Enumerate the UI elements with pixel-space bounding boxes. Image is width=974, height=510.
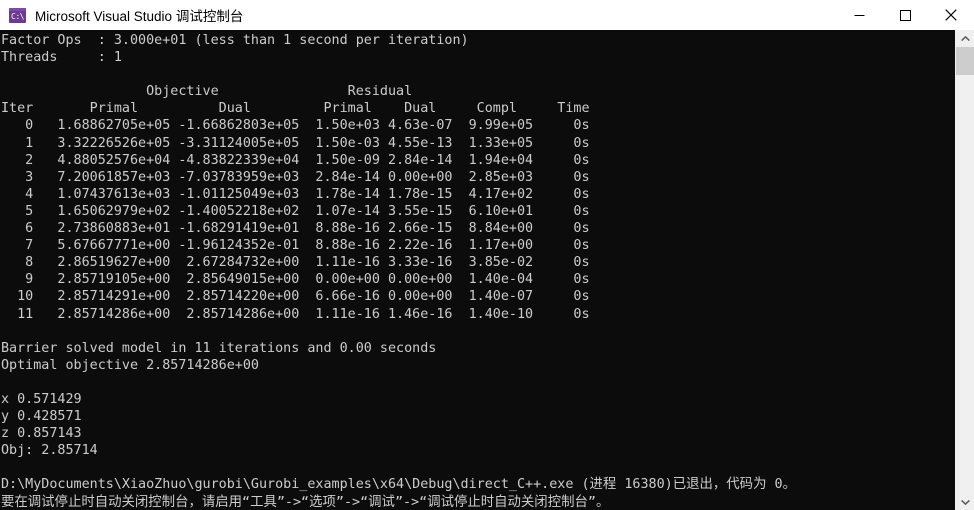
console-text-cjk: 进程 xyxy=(589,477,617,493)
console-line: 要在调试停止时自动关闭控制台，请启用“工具”->“选项”->“调试”->“调试停… xyxy=(1,494,955,510)
console-line: Threads : 1 xyxy=(1,50,122,66)
console-text-ascii: ” xyxy=(587,494,596,510)
console-line: y 0.428571 xyxy=(1,409,82,425)
console-text-ascii: ”->“ xyxy=(276,494,310,510)
console-text-cjk: 调试停止时自动关闭控制台 xyxy=(427,494,588,510)
console-line: Factor Ops : 3.000e+01 (less than 1 seco… xyxy=(1,33,469,48)
console-text-ascii: “ xyxy=(242,494,251,510)
console-text-ascii: D:\MyDocuments\XiaoZhuo\gurobi\Gurobi_ex… xyxy=(1,477,590,493)
vertical-scrollbar[interactable] xyxy=(955,30,974,510)
scrollbar-track[interactable] xyxy=(956,47,974,493)
console-text-ascii: 16380) xyxy=(616,477,673,493)
console-text-ascii: ”->“ xyxy=(335,494,369,510)
window-controls xyxy=(836,0,974,30)
console-text-cjk: 。 xyxy=(782,477,796,493)
console-area: Factor Ops : 3.000e+01 (less than 1 seco… xyxy=(0,30,974,510)
console-line: Obj: 2.85714 xyxy=(1,443,98,459)
console-line: 0 1.68862705e+05 -1.66862803e+05 1.50e+0… xyxy=(1,118,590,134)
scroll-down-arrow[interactable] xyxy=(956,493,974,510)
icon-prompt-glyph: C:\ xyxy=(11,11,24,21)
console-line: D:\MyDocuments\XiaoZhuo\gurobi\Gurobi_ex… xyxy=(1,476,955,493)
console-window: C:\ Microsoft Visual Studio 调试控制台 Factor… xyxy=(0,0,974,510)
console-line: z 0.857143 xyxy=(1,426,82,442)
console-line: 4 1.07437613e+03 -1.01125049e+03 1.78e-1… xyxy=(1,186,590,202)
title-bar-left: C:\ Microsoft Visual Studio 调试控制台 xyxy=(0,5,836,25)
console-app-icon: C:\ xyxy=(9,7,26,23)
console-line: 11 2.85714286e+00 2.85714286e+00 1.11e-1… xyxy=(1,306,590,322)
console-line: x 0.571429 xyxy=(1,391,82,407)
minimize-button[interactable] xyxy=(836,0,882,30)
console-text-cjk: 选项 xyxy=(309,494,336,510)
console-text-cjk: 。 xyxy=(595,494,610,510)
console-line: 3 7.20061857e+03 -7.03783959e+03 2.84e-1… xyxy=(1,169,590,185)
console-line: Optimal objective 2.85714286e+00 xyxy=(1,357,259,373)
console-line: 5 1.65062979e+02 -1.40052218e+02 1.07e-1… xyxy=(1,203,590,219)
console-line: Barrier solved model in 11 iterations an… xyxy=(1,340,437,356)
console-line: 6 2.73860883e+01 -1.68291419e+01 8.88e-1… xyxy=(1,221,590,237)
close-button[interactable] xyxy=(928,0,974,30)
maximize-button[interactable] xyxy=(882,0,928,30)
console-line: Iter Primal Dual Primal Dual Compl Time xyxy=(1,101,590,117)
console-line: Objective Residual xyxy=(1,84,413,100)
title-bar: C:\ Microsoft Visual Studio 调试控制台 xyxy=(0,0,974,30)
minimize-icon xyxy=(854,10,865,21)
window-title: Microsoft Visual Studio 调试控制台 xyxy=(35,9,244,24)
console-text-cjk: 调试 xyxy=(368,494,395,510)
console-output[interactable]: Factor Ops : 3.000e+01 (less than 1 seco… xyxy=(0,30,955,510)
scroll-thumb[interactable] xyxy=(956,47,974,75)
console-line: 7 5.67667771e+00 -1.96124352e-01 8.88e-1… xyxy=(1,238,590,254)
close-icon xyxy=(945,9,957,21)
console-text-cjk: 工具 xyxy=(250,494,277,510)
console-text-ascii: 0 xyxy=(766,477,783,493)
console-line: 2 4.88052576e+04 -4.83822339e+04 1.50e-0… xyxy=(1,152,590,168)
console-line: 8 2.86519627e+00 2.67284732e+00 1.11e-16… xyxy=(1,255,590,271)
maximize-icon xyxy=(899,9,911,21)
console-text-ascii: ”->“ xyxy=(394,494,428,510)
console-line: 1 3.32226526e+05 -3.31124005e+05 1.50e-0… xyxy=(1,135,590,151)
scroll-up-arrow[interactable] xyxy=(956,30,974,47)
console-line: 10 2.85714291e+00 2.85714220e+00 6.66e-1… xyxy=(1,289,590,305)
console-line: 9 2.85719105e+00 2.85649015e+00 0.00e+00… xyxy=(1,272,590,288)
console-text-cjk: 要在调试停止时自动关闭控制台，请启用 xyxy=(1,494,243,510)
console-text-cjk: 已退出，代码为 xyxy=(672,477,767,493)
